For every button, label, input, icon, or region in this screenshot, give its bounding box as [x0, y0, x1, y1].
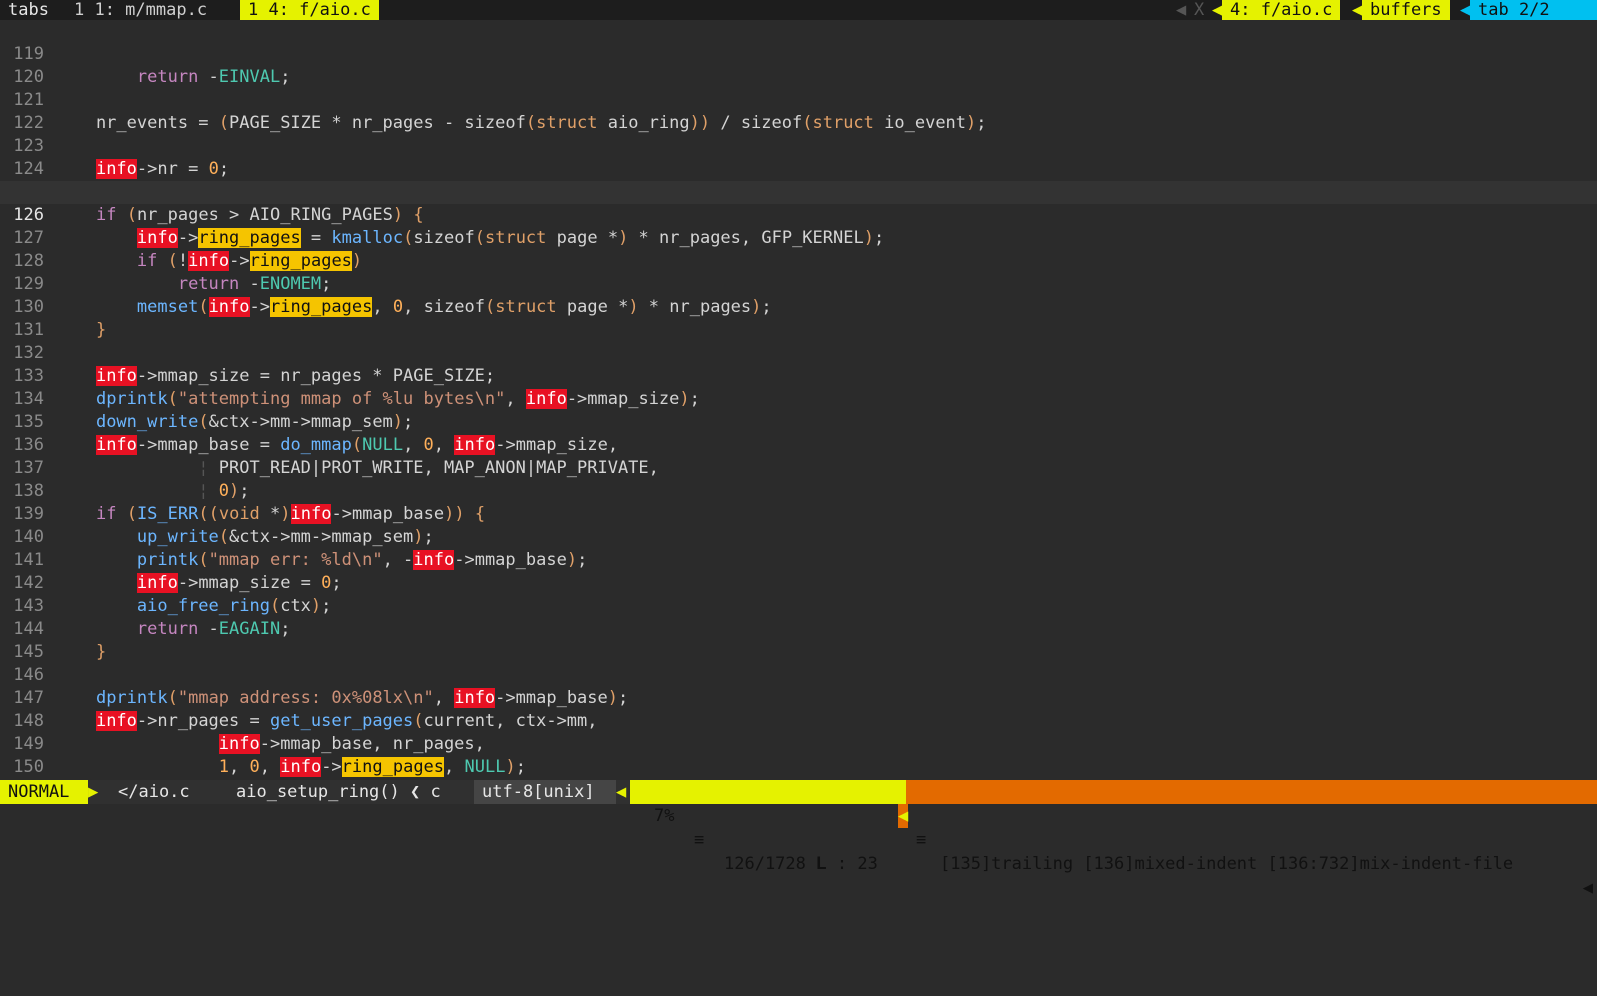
code-line: 123 info->nr = 0; [0, 112, 1597, 179]
code-line: 119 return -EINVAL; [0, 20, 1597, 87]
code-line: 138 if (IS_ERR((void *)info->mmap_base))… [0, 457, 1597, 524]
function-name: aio_setup_ring() ❮ c [236, 782, 441, 802]
percent-indicator: 7% [654, 806, 675, 826]
tab-mmap[interactable]: 1 1: m/mmap.c [66, 0, 215, 20]
warnings-segment: ◀ ≡ [135]trailing [136]mixed-indent [136… [898, 780, 1597, 898]
code-line: 151 [0, 756, 1597, 800]
code-line: 135 info->mmap_base = do_mmap(NULL, 0, i… [0, 388, 1597, 455]
code-line: 150 up_write(&ctx->mm->mmap_sem); [0, 733, 1597, 800]
code-line: 141 info->mmap_size = 0; [0, 526, 1597, 593]
tab-line: tabs 1 1: m/mmap.c 1 4: f/aio.c ◀ X ◀ 4:… [0, 0, 1597, 20]
code-editor[interactable]: 119 return -EINVAL; 120 121 nr_events = … [0, 20, 1597, 800]
code-line: 144 } [0, 595, 1597, 662]
code-line: 127 if (!info->ring_pages) [0, 204, 1597, 271]
warning-icon: ≡ [916, 830, 927, 850]
mode-indicator: NORMAL [0, 780, 88, 804]
code-line: 132 info->mmap_size = nr_pages * PAGE_SI… [0, 319, 1597, 386]
code-line: 142 aio_free_ring(ctx); [0, 549, 1597, 616]
code-line: 134 down_write(&ctx->mm->mmap_sem); [0, 365, 1597, 432]
code-line: 145 [0, 618, 1597, 662]
code-line: 131 [0, 296, 1597, 340]
code-line: 146 dprintk("mmap address: 0x%08lx\n", i… [0, 641, 1597, 708]
code-line: 140 printk("mmap err: %ld\n", -info->mma… [0, 503, 1597, 570]
code-line: 121 nr_events = (PAGE_SIZE * nr_pages - … [0, 66, 1597, 133]
code-line: 147 info->nr_pages = get_user_pages(curr… [0, 664, 1597, 731]
arrow-left-icon: ◀ [616, 782, 627, 802]
file-name: </aio.c [118, 782, 190, 802]
code-line: 122 [0, 89, 1597, 133]
code-line: 137 ¦ 0); [0, 434, 1597, 501]
arrow-left-icon: ◀ [1582, 878, 1593, 898]
code-line: 120 [0, 43, 1597, 87]
code-line: 148 info->mmap_base, nr_pages, [0, 687, 1597, 754]
code-line-current: 126 info->ring_pages = kmalloc(sizeof(st… [0, 181, 1597, 248]
buffer-current[interactable]: 4: f/aio.c [1222, 0, 1341, 20]
code-line: 136 ¦ PROT_READ|PROT_WRITE, MAP_ANON|MAP… [0, 411, 1597, 478]
position-segment: 7% ≡ 126/1728 𝐋 : 23 [630, 780, 906, 874]
cursor-position: 126/1728 𝐋 : 23 [724, 854, 878, 874]
encoding-indicator: utf-8[unix] [474, 780, 616, 804]
lines-icon: ≡ [694, 830, 705, 850]
code-line: 139 up_write(&ctx->mm->mmap_sem); [0, 480, 1597, 547]
status-line: NORMAL ▶ </aio.c aio_setup_ring() ❮ c ut… [0, 780, 1597, 898]
code-line: 129 memset(info->ring_pages, 0, sizeof(s… [0, 250, 1597, 317]
tabs-label: tabs [8, 0, 49, 20]
code-line: 130 } [0, 273, 1597, 340]
arrow-right-icon: ▶ [88, 782, 99, 802]
warning-messages: [135]trailing [136]mixed-indent [136:732… [940, 854, 1514, 874]
code-line: 124 info->ring_pages = info->internal_pa… [0, 135, 1597, 202]
buffers-label[interactable]: buffers [1362, 0, 1450, 20]
tab-aio-active[interactable]: 1 4: f/aio.c [240, 0, 379, 20]
code-line: 128 return -ENOMEM; [0, 227, 1597, 294]
code-line: 125 if (nr_pages > AIO_RING_PAGES) { [0, 158, 1597, 225]
code-line: 149 1, 0, info->ring_pages, NULL); [0, 710, 1597, 777]
code-line: 143 return -EAGAIN; [0, 572, 1597, 639]
code-line: 133 dprintk("attempting mmap of %lu byte… [0, 342, 1597, 409]
arrow-left-icon: ◀ [898, 804, 909, 828]
close-icon[interactable]: X [1186, 0, 1212, 20]
tab-counter: tab 2/2 [1470, 0, 1597, 20]
